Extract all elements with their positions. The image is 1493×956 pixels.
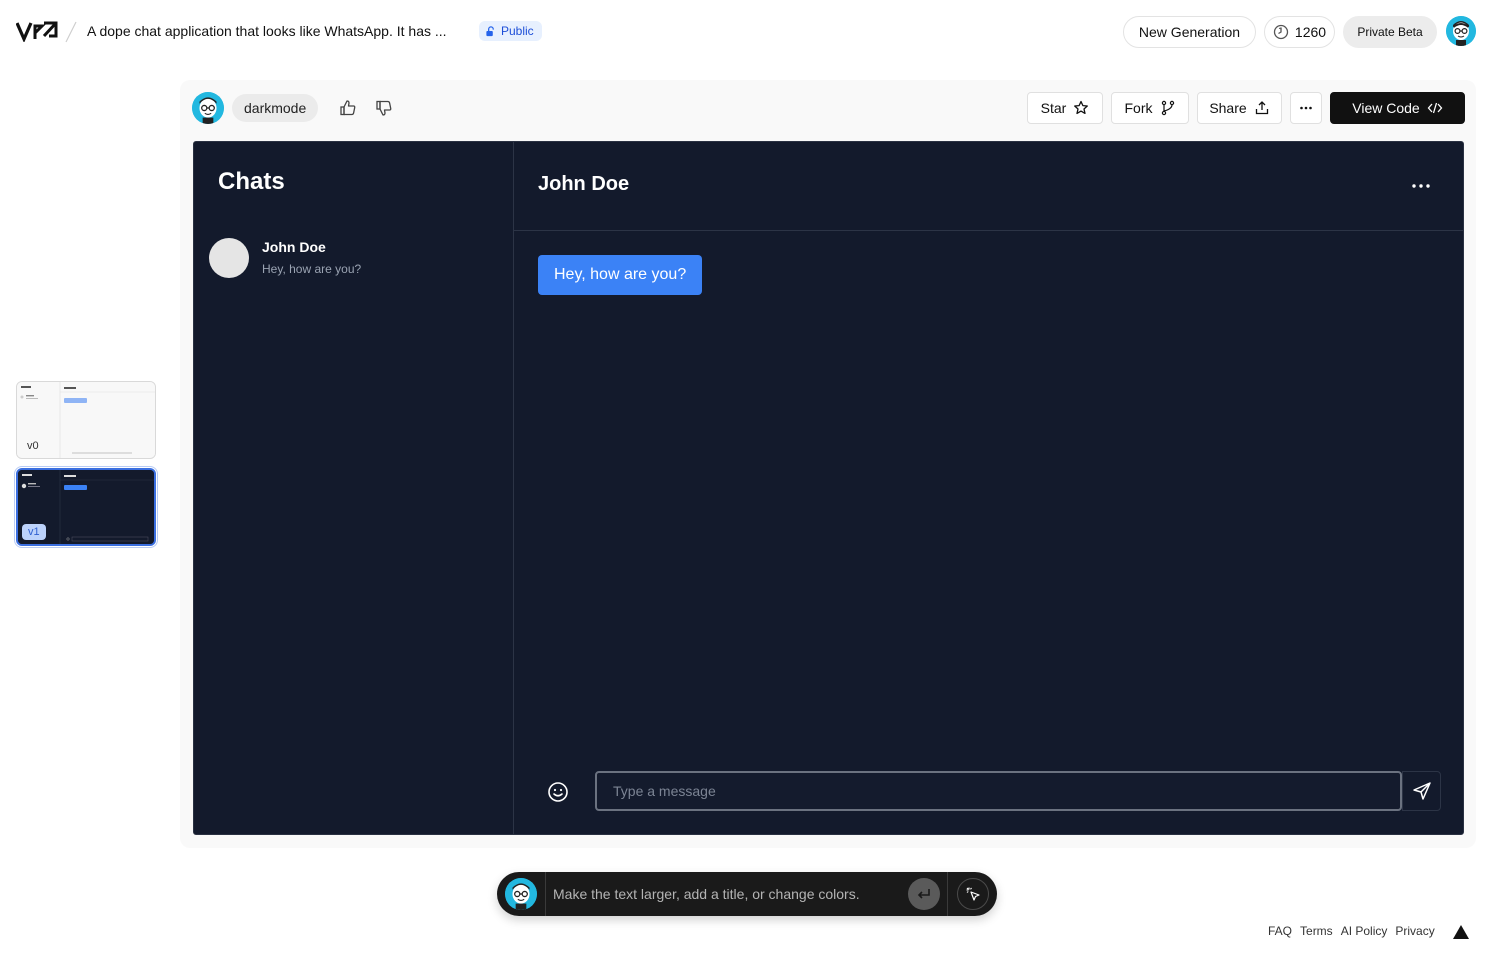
footer-link-terms[interactable]: Terms	[1300, 924, 1333, 938]
v0-logo-icon[interactable]	[16, 20, 58, 42]
version-label: v1	[22, 524, 46, 540]
generation-panel: darkmode Star Fork Share View Code Chats…	[180, 80, 1476, 848]
user-avatar	[505, 878, 537, 910]
footer-link-faq[interactable]: FAQ	[1268, 924, 1292, 938]
avatar-face-icon	[1446, 16, 1476, 46]
more-options-button[interactable]	[1290, 92, 1322, 124]
contact-last-message: Hey, how are you?	[262, 262, 362, 276]
private-beta-button[interactable]: Private Beta	[1343, 16, 1437, 48]
footer-link-privacy[interactable]: Privacy	[1395, 924, 1434, 938]
generated-app-preview: Chats John Doe Hey, how are you? John Do…	[193, 141, 1464, 835]
visibility-badge[interactable]: Public	[479, 21, 542, 41]
footer-link-ai-policy[interactable]: AI Policy	[1341, 924, 1388, 938]
fork-button-label: Fork	[1124, 100, 1153, 116]
credits-count: 1260	[1294, 24, 1327, 40]
divider	[545, 872, 546, 916]
more-horizontal-icon[interactable]	[1410, 176, 1432, 196]
project-title[interactable]: A dope chat application that looks like …	[87, 23, 447, 39]
share-button[interactable]: Share	[1197, 92, 1282, 124]
send-icon	[1412, 782, 1431, 800]
top-bar: A dope chat application that looks like …	[0, 0, 1493, 64]
prompt-input[interactable]	[553, 882, 893, 906]
prompt-bar	[497, 872, 997, 916]
contact-name: John Doe	[262, 239, 326, 255]
git-fork-icon	[1161, 100, 1174, 116]
thumbs-down-icon[interactable]	[374, 98, 394, 118]
submit-prompt-button[interactable]	[908, 878, 940, 910]
avatar-face-icon	[192, 92, 224, 124]
send-button[interactable]	[1402, 771, 1441, 811]
more-horizontal-icon	[1300, 106, 1312, 110]
credits-button[interactable]: 1260	[1264, 16, 1335, 48]
code-icon	[1427, 102, 1443, 114]
version-label: v0	[21, 438, 45, 454]
view-code-label: View Code	[1352, 100, 1420, 116]
select-element-button[interactable]	[957, 878, 989, 910]
star-button-label: Star	[1040, 100, 1067, 116]
contact-avatar	[209, 238, 249, 278]
unlock-icon	[486, 25, 494, 36]
thumbs-up-icon[interactable]	[338, 98, 358, 118]
smile-emoji-icon[interactable]	[546, 780, 570, 804]
version-thumbnail-v0[interactable]: v0	[16, 381, 156, 459]
visibility-badge-label: Public	[501, 24, 534, 38]
fork-button[interactable]: Fork	[1111, 92, 1189, 124]
prompt-tag[interactable]: darkmode	[232, 94, 319, 122]
chat-sidebar: Chats John Doe Hey, how are you?	[194, 142, 514, 834]
chats-heading: Chats	[218, 168, 285, 195]
author-avatar[interactable]	[192, 92, 224, 124]
version-thumbnail-v1[interactable]: v1	[14, 466, 158, 548]
panel-toolbar: darkmode Star Fork Share View Code	[180, 80, 1476, 136]
star-button[interactable]: Star	[1027, 92, 1103, 124]
vercel-triangle-icon[interactable]	[1453, 925, 1469, 939]
new-generation-button[interactable]: New Generation	[1123, 16, 1256, 48]
chat-header: John Doe	[514, 142, 1463, 231]
avatar-face-icon	[505, 878, 537, 910]
enter-return-icon	[917, 889, 930, 899]
divider	[947, 872, 948, 916]
user-avatar[interactable]	[1446, 16, 1476, 46]
message-bubble-sent: Hey, how are you?	[538, 255, 703, 295]
breadcrumb-separator-icon	[65, 21, 77, 43]
share-button-label: Share	[1209, 100, 1247, 116]
share-upload-icon	[1255, 101, 1268, 115]
cursor-click-icon	[966, 887, 980, 901]
chat-conversation: John Doe Hey, how are you?	[514, 142, 1463, 834]
footer-links: FAQ Terms AI Policy Privacy	[1268, 924, 1435, 938]
chat-contact-name: John Doe	[538, 173, 630, 195]
star-icon	[1074, 100, 1089, 115]
message-input[interactable]	[595, 771, 1402, 811]
view-code-button[interactable]: View Code	[1330, 92, 1465, 124]
credits-icon	[1273, 24, 1289, 40]
